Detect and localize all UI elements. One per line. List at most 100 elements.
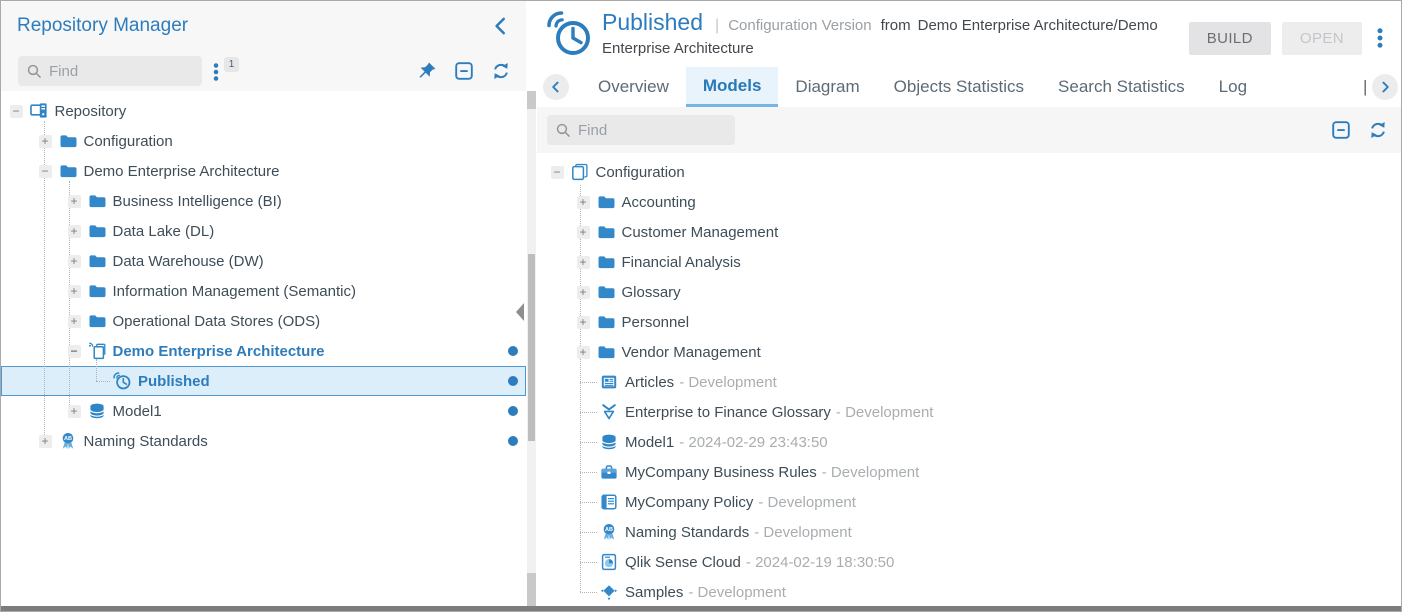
tree-item-status: - Development — [679, 374, 777, 391]
scrollbar-bottom-cap[interactable] — [527, 573, 536, 608]
expand-icon[interactable]: + — [577, 286, 590, 299]
tree-item-personnel[interactable]: + Personnel — [537, 307, 1402, 337]
tree-item-repository[interactable]: −Repository — [1, 96, 526, 126]
tree-item-vendor-management[interactable]: + Vendor Management — [537, 337, 1402, 367]
expand-icon[interactable]: + — [577, 316, 590, 329]
build-button[interactable]: BUILD — [1189, 22, 1271, 55]
expand-icon[interactable]: + — [68, 195, 81, 208]
award-icon: AB — [600, 523, 618, 541]
tree-item-label: Data Warehouse (DW) — [113, 253, 264, 270]
tree-guide — [580, 185, 581, 592]
collapse-icon[interactable]: − — [68, 345, 81, 358]
filter-menu-button[interactable]: 1 — [209, 56, 245, 86]
expand-icon[interactable]: + — [68, 315, 81, 328]
tab-clipped[interactable]: | — [1363, 67, 1370, 107]
tree-item-naming-standards[interactable]: ABNaming Standards- Development — [537, 517, 1402, 547]
tree-item-customer-management[interactable]: +Customer Management — [537, 217, 1402, 247]
expand-icon[interactable]: + — [39, 435, 52, 448]
config-pages-icon — [571, 163, 589, 181]
tree-item-demo-enterprise-architecture[interactable]: −Demo Enterprise Architecture — [1, 336, 526, 366]
expand-icon[interactable]: + — [577, 256, 590, 269]
expand-icon[interactable]: + — [68, 225, 81, 238]
models-find-box[interactable] — [547, 115, 735, 145]
tab-search-statistics[interactable]: Search Statistics — [1041, 67, 1202, 107]
from-word: from — [881, 17, 911, 34]
window-bottom-edge — [1, 606, 1401, 611]
collapse-all-icon[interactable] — [1331, 120, 1351, 140]
expand-icon[interactable]: + — [68, 255, 81, 268]
folder-icon — [597, 343, 615, 361]
tree-item-configuration[interactable]: −Configuration — [537, 157, 1402, 187]
tree-item-status: - Development — [688, 584, 786, 601]
tree-item-published[interactable]: Published — [1, 366, 526, 396]
tree-item-status: - Development — [754, 524, 852, 541]
collapse-panel-chevron-icon[interactable] — [490, 15, 512, 37]
expand-icon[interactable]: + — [68, 405, 81, 418]
tree-item-status: - Development — [836, 404, 934, 421]
tree-item-samples[interactable]: Samples- Development — [537, 577, 1402, 607]
tab-models[interactable]: Models — [686, 67, 779, 107]
tree-item-mycompany-business-rules[interactable]: MyCompany Business Rules- Development — [537, 457, 1402, 487]
collapse-icon[interactable]: − — [551, 166, 564, 179]
tree-item-articles[interactable]: Articles - Development — [537, 367, 1402, 397]
tree-item-business-intelligence-bi[interactable]: +Business Intelligence (BI) — [1, 186, 526, 216]
right-panel: Published | Configuration Version from D… — [537, 1, 1402, 608]
left-find-box[interactable] — [18, 56, 202, 86]
expand-icon[interactable]: + — [577, 346, 590, 359]
models-search-input[interactable] — [578, 122, 727, 139]
folder-icon — [88, 282, 106, 300]
tree-item-qlik-sense-cloud[interactable]: Qlik Sense Cloud- 2024-02-19 18:30:50 — [537, 547, 1402, 577]
tree-item-operational-data-stores-ods[interactable]: +Operational Data Stores (ODS) — [1, 306, 526, 336]
tree-item-data-warehouse-dw[interactable]: + Data Warehouse (DW) — [1, 246, 526, 276]
expand-icon[interactable]: + — [577, 226, 590, 239]
collapse-all-icon[interactable] — [454, 61, 474, 81]
tree-item-mycompany-policy[interactable]: MyCompany Policy- Development — [537, 487, 1402, 517]
refresh-icon[interactable] — [491, 61, 511, 81]
tree-item-financial-analysis[interactable]: +Financial Analysis — [537, 247, 1402, 277]
more-options-kebab-icon[interactable] — [1376, 28, 1390, 50]
status-dot — [508, 376, 518, 386]
repository-icon — [30, 102, 48, 120]
tabs-scroll-left-icon[interactable] — [543, 74, 569, 100]
tree-item-label: Personnel — [622, 314, 690, 331]
tree-item-label: Articles — [625, 374, 674, 391]
tree-item-label: Published — [138, 373, 210, 390]
folder-icon — [88, 222, 106, 240]
collapse-icon[interactable]: − — [10, 105, 23, 118]
refresh-icon[interactable] — [1368, 120, 1388, 140]
tree-item-label: Vendor Management — [622, 344, 761, 361]
splitter-collapse-handle-icon[interactable] — [516, 303, 524, 321]
tree-item-configuration[interactable]: +Configuration — [1, 126, 526, 156]
pin-icon[interactable] — [417, 61, 437, 81]
tab-overview[interactable]: Overview — [581, 67, 686, 107]
tree-item-model1[interactable]: Model1- 2024-02-29 23:43:50 — [537, 427, 1402, 457]
version-header: Published | Configuration Version from D… — [537, 1, 1402, 67]
tree-item-information-management-semantic[interactable]: +Information Management (Semantic) — [1, 276, 526, 306]
tree-item-naming-standards[interactable]: +ABNaming Standards — [1, 426, 526, 456]
tree-item-demo-enterprise-architecture[interactable]: −Demo Enterprise Architecture — [1, 156, 526, 186]
tree-connector — [96, 381, 110, 382]
expand-icon[interactable]: + — [68, 285, 81, 298]
kebab-icon — [212, 63, 220, 81]
tree-item-accounting[interactable]: +Accounting — [537, 187, 1402, 217]
tree-item-enterprise-to-finance-glossary[interactable]: Enterprise to Finance Glossary- Developm… — [537, 397, 1402, 427]
tree-item-model1[interactable]: +Model1 — [1, 396, 526, 426]
folder-icon — [88, 312, 106, 330]
tree-item-status: - Development — [758, 494, 856, 511]
tab-diagram[interactable]: Diagram — [778, 67, 876, 107]
tab-objects-statistics[interactable]: Objects Statistics — [877, 67, 1041, 107]
expand-icon[interactable]: + — [577, 196, 590, 209]
collapse-icon[interactable]: − — [39, 165, 52, 178]
tree-item-glossary[interactable]: +Glossary — [537, 277, 1402, 307]
left-search-input[interactable] — [49, 63, 194, 80]
qlik-doc-icon — [600, 553, 618, 571]
open-button[interactable]: OPEN — [1282, 22, 1362, 55]
tree-item-data-lake-dl[interactable]: +Data Lake (DL) — [1, 216, 526, 246]
folder-icon — [597, 313, 615, 331]
tab-log[interactable]: Log — [1202, 67, 1264, 107]
scrollbar-thumb[interactable] — [528, 254, 535, 441]
tabs: OverviewModelsDiagramObjects StatisticsS… — [581, 67, 1363, 107]
expand-icon[interactable]: + — [39, 135, 52, 148]
tabs-scroll-right-icon[interactable] — [1372, 74, 1398, 100]
scrollbar-top-cap[interactable] — [527, 91, 536, 109]
